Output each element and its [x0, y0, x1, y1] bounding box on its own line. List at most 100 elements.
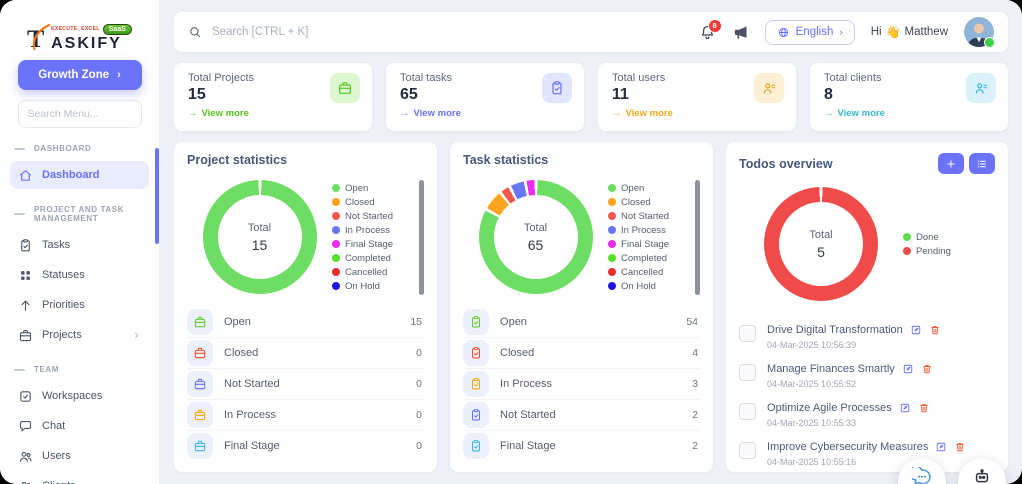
- trash-icon[interactable]: [954, 441, 966, 453]
- clipboard-icon: [18, 238, 33, 253]
- legend-item-pending[interactable]: Pending: [903, 246, 985, 257]
- sidebar-item-clients[interactable]: Clients: [10, 472, 149, 484]
- dash-icon: [14, 368, 25, 371]
- sidebar-item-workspaces[interactable]: Workspaces: [10, 382, 149, 410]
- stats-row: Total Projects 15 → View more Total tasks…: [174, 63, 1008, 131]
- sidebar-search-input[interactable]: [17, 100, 142, 128]
- status-row-not-started: Not Started 0: [187, 368, 425, 399]
- todo-list-button[interactable]: [969, 153, 995, 174]
- legend-item-closed[interactable]: Closed: [608, 197, 690, 208]
- legend-item-completed[interactable]: Completed: [608, 253, 690, 264]
- legend-item-not-started[interactable]: Not Started: [332, 211, 414, 222]
- chat-widget-button[interactable]: [898, 458, 946, 484]
- status-row-final-stage: Final Stage 0: [187, 430, 425, 461]
- arrow-right-icon: →: [188, 108, 198, 119]
- view-more-link[interactable]: → View more: [188, 108, 358, 119]
- sidebar-item-projects[interactable]: Projects: [10, 321, 149, 349]
- saas-badge: SaaS: [102, 24, 132, 35]
- todo-checkbox[interactable]: [739, 325, 757, 342]
- global-search-input[interactable]: [210, 25, 514, 39]
- legend-item-on-hold[interactable]: On Hold: [608, 281, 690, 292]
- stat-card-total-tasks: Total tasks 65 → View more: [386, 63, 584, 131]
- legend-dot-icon: [608, 184, 617, 192]
- legend-dot-icon: [332, 212, 341, 220]
- legend-item-completed[interactable]: Completed: [332, 253, 414, 264]
- trash-icon[interactable]: [929, 324, 941, 336]
- briefcase-icon: [18, 328, 33, 343]
- legend-dot-icon: [608, 254, 617, 262]
- legend-item-not-started[interactable]: Not Started: [608, 211, 690, 222]
- view-more-link[interactable]: → View more: [612, 108, 782, 119]
- app-window: T EXECUTE, EXCEL SaaS ASKIFY Growth Zone…: [0, 0, 1022, 484]
- project-status-list: Open 15 Closed 0 Not Started 0 In Process 0 …: [187, 307, 425, 472]
- sidebar-item-chat[interactable]: Chat: [10, 412, 149, 440]
- assistant-widget-button[interactable]: [958, 458, 1006, 484]
- edit-icon[interactable]: [910, 324, 922, 336]
- edit-icon[interactable]: [935, 441, 947, 453]
- sidebar-item-priorities[interactable]: Priorities: [10, 291, 149, 319]
- legend-item-open[interactable]: Open: [608, 183, 690, 194]
- user-icon: [754, 73, 784, 103]
- brand-logo[interactable]: T EXECUTE, EXCEL SaaS ASKIFY: [0, 8, 159, 53]
- legend-item-final-stage[interactable]: Final Stage: [608, 239, 690, 250]
- legend-item-on-hold[interactable]: On Hold: [332, 281, 414, 292]
- legend-dot-icon: [608, 226, 617, 234]
- sidebar-section-title: DASHBOARD: [14, 144, 159, 153]
- status-row-closed: Closed 0: [187, 337, 425, 368]
- card-title: Todos overview: [739, 156, 833, 171]
- todo-checkbox[interactable]: [739, 403, 757, 420]
- avatar[interactable]: [964, 17, 995, 48]
- legend-dot-icon: [332, 240, 341, 248]
- legend-item-in-process[interactable]: In Process: [608, 225, 690, 236]
- edit-icon[interactable]: [899, 402, 911, 414]
- legend-item-cancelled[interactable]: Cancelled: [608, 267, 690, 278]
- language-selector[interactable]: English ›: [764, 19, 855, 45]
- announcements-button[interactable]: [732, 24, 749, 41]
- user-icon: [966, 73, 996, 103]
- todo-title: Optimize Agile Processes: [767, 402, 892, 414]
- briefcase-icon: [330, 73, 360, 103]
- todo-title: Drive Digital Transformation: [767, 324, 903, 336]
- home-icon: [18, 168, 33, 183]
- legend-item-final-stage[interactable]: Final Stage: [332, 239, 414, 250]
- chevron-right-icon: [132, 331, 141, 340]
- legend-dot-icon: [608, 268, 617, 276]
- status-row-open: Open 54: [463, 307, 700, 337]
- growth-zone-button[interactable]: Growth Zone ›: [17, 60, 142, 90]
- todo-checkbox[interactable]: [739, 364, 757, 381]
- trash-icon[interactable]: [921, 363, 933, 375]
- view-more-link[interactable]: → View more: [400, 108, 570, 119]
- sidebar-item-dashboard[interactable]: Dashboard: [10, 161, 149, 189]
- sidebar: T EXECUTE, EXCEL SaaS ASKIFY Growth Zone…: [0, 0, 160, 484]
- workspace-icon: [18, 389, 33, 404]
- trash-icon[interactable]: [918, 402, 930, 414]
- view-more-link[interactable]: → View more: [824, 108, 994, 119]
- sidebar-item-statuses[interactable]: Statuses: [10, 261, 149, 289]
- legend-dot-icon: [332, 282, 341, 290]
- add-todo-button[interactable]: [938, 153, 964, 174]
- legend-scrollbar[interactable]: [419, 179, 425, 295]
- sidebar-scrollbar[interactable]: [155, 148, 159, 244]
- legend-item-in-process[interactable]: In Process: [332, 225, 414, 236]
- legend-dot-icon: [903, 247, 911, 255]
- todos-overview-card: Todos overview Total 5 Done Pending Driv…: [726, 142, 1008, 472]
- megaphone-icon: [732, 24, 749, 41]
- task-donut-chart: Total 65: [478, 180, 593, 294]
- legend-item-cancelled[interactable]: Cancelled: [332, 267, 414, 278]
- legend-scrollbar[interactable]: [695, 179, 701, 295]
- edit-icon[interactable]: [902, 363, 914, 375]
- dash-icon: [14, 213, 25, 215]
- sidebar-item-tasks[interactable]: Tasks: [10, 231, 149, 259]
- sidebar-item-users[interactable]: Users: [10, 442, 149, 470]
- legend-item-done[interactable]: Done: [903, 232, 985, 243]
- legend-dot-icon: [608, 198, 617, 206]
- clipboard-icon: [463, 309, 490, 335]
- todo-timestamp: 04-Mar-2025 10:56:39: [767, 340, 857, 350]
- chart-legend: Open Closed Not Started In Process Final Sta…: [608, 179, 701, 295]
- todo-checkbox[interactable]: [739, 442, 757, 459]
- legend-item-open[interactable]: Open: [332, 183, 414, 194]
- legend-item-closed[interactable]: Closed: [332, 197, 414, 208]
- todo-item: Manage Finances Smartly 04-Mar-2025 10:5…: [739, 357, 995, 396]
- grid-icon: [18, 268, 33, 283]
- notifications-button[interactable]: 8: [699, 18, 722, 41]
